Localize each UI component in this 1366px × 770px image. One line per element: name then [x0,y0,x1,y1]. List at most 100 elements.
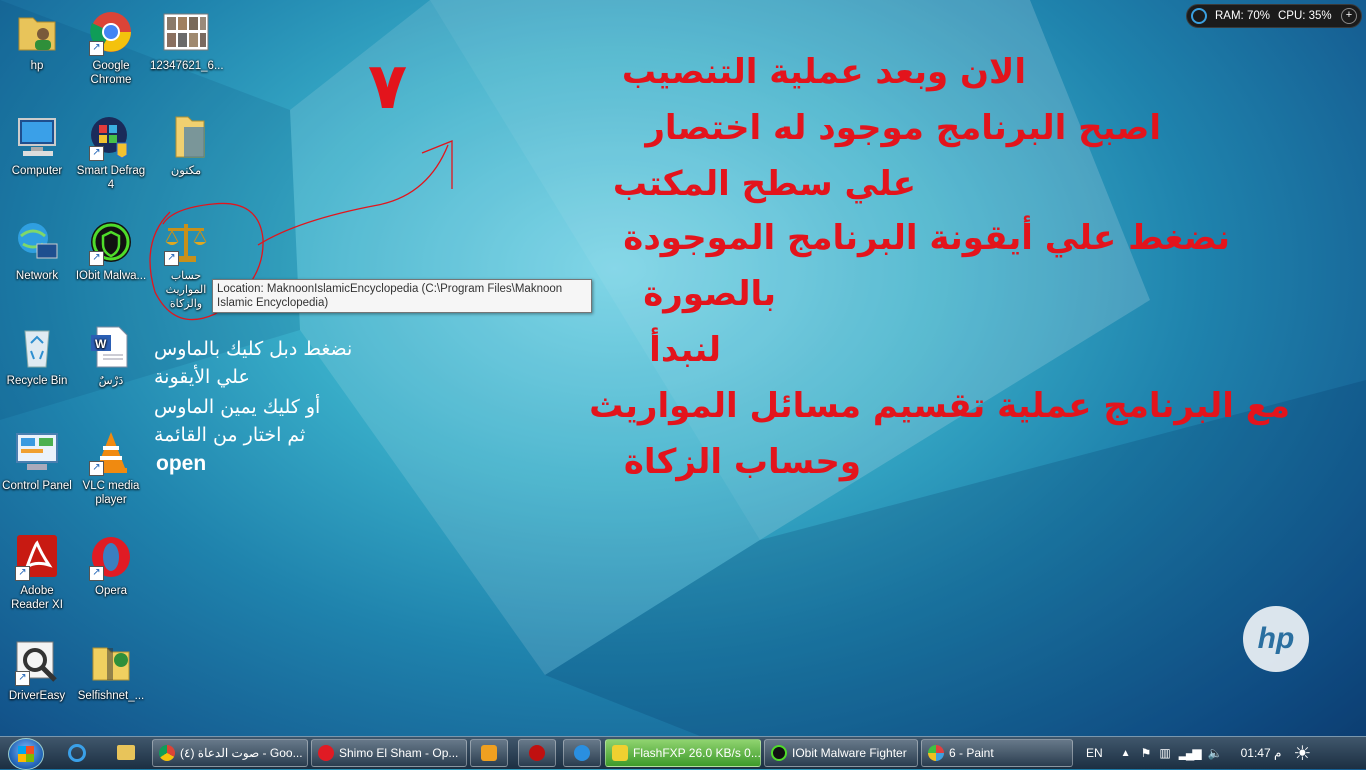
shortcut-arrow-icon: ↗ [15,566,30,581]
opera-icon [318,745,334,761]
desktop-icon-vlc[interactable]: ↗ VLC media player [75,428,147,507]
tray-app-icon[interactable]: ▥ [1159,746,1170,760]
taskbar-item-media[interactable] [470,739,508,767]
media-player-icon [481,745,497,761]
desktop-icon-iobit-malware[interactable]: ↗ IObit Malwa... [75,218,147,283]
desktop-icon-control-panel[interactable]: Control Panel [1,428,73,493]
shortcut-arrow-icon: ↗ [89,251,104,266]
desktop-icon-maknoon-folder[interactable]: مكنون [150,113,222,178]
svg-text:W: W [95,337,107,351]
desktop-icon-network[interactable]: Network [1,218,73,283]
desktop-icon-label: IObit Malwa... [75,270,147,282]
desktop-icon-label: Smart Defrag 4 [76,165,146,191]
desktop-icon-adobe-reader[interactable]: ↗ Adobe Reader XI [1,533,73,612]
zip-folder-icon [87,638,135,686]
instruction-line-4: نضغط علي أيقونة البرنامج الموجودة [623,218,1230,258]
vlc-icon: ↗ [87,428,135,476]
desktop-icon-label: مكنون [170,165,202,177]
shortcut-arrow-icon: ↗ [164,251,179,266]
taskbar-item-chrome[interactable]: (٤) صوت الدعاة - Goo... [152,739,308,767]
instruction-line-2: اصبح البرنامج موجود له اختصار [645,108,1161,148]
chrome-icon [159,745,175,761]
iobit-icon [771,745,787,761]
instruction-line-5: بالصورة [643,274,776,314]
hint-line-2: علي الأيقونة [154,366,250,388]
taskbar-item-paint[interactable]: 6 - Paint [921,739,1073,767]
shortcut-arrow-icon: ↗ [89,41,104,56]
taskbar-item-opera[interactable]: Shimo El Sham - Op... [311,739,467,767]
flashfxp-icon [612,745,628,761]
cpu-usage: CPU: 35% [1277,10,1332,22]
desktop-icon-image-file[interactable]: 12347621_6... [150,8,224,73]
start-button[interactable] [8,738,44,770]
taskbar-item-red-app[interactable] [518,739,556,767]
word-document-icon: W [87,323,135,371]
volume-icon[interactable]: 🔈 [1208,746,1223,760]
user-folder-icon [13,8,61,56]
recycle-bin-icon [13,323,61,371]
desktop-icon-label: Computer [11,165,63,177]
flag-icon[interactable]: ⚑ [1141,746,1152,760]
smart-defrag-icon: ↗ [87,113,135,161]
desktop-icon-recycle-bin[interactable]: Recycle Bin [1,323,73,388]
hp-logo: hp [1243,606,1309,672]
desktop-icon-label: Google Chrome [90,60,132,86]
hint-line-4: ثم اختار من القائمة [154,424,306,446]
desktop-icon-label: VLC media player [82,480,140,506]
system-monitor-gadget[interactable]: RAM: 70% CPU: 35% + [1186,4,1362,28]
instruction-line-8: وحساب الزكاة [623,442,861,482]
desktop-icon-dars-document[interactable]: W دَرْسٌ [75,323,147,388]
image-thumbnail-icon [162,8,210,56]
desktop-icon-label: Network [15,270,59,282]
network-icon [13,218,61,266]
desktop-icon-label: Adobe Reader XI [11,585,63,611]
desktop-icon-google-chrome[interactable]: ↗ Google Chrome [75,8,147,87]
desktop-icon-label: DriverEasy [8,690,66,702]
desktop-icon-drivereasy[interactable]: ↗ DriverEasy [1,638,73,703]
hint-line-3: أو كليك يمين الماوس [154,396,321,418]
clock[interactable]: 01:47 م [1241,746,1282,760]
refresh-app-icon [574,745,590,761]
desktop-icon-label: hp [30,60,44,72]
hint-open-word: open [156,452,207,475]
chrome-icon: ↗ [87,8,135,56]
desktop-icon-label: Opera [95,585,127,597]
instruction-line-6: لنبدأ [649,330,721,370]
system-tray: EN ▲ ⚑ ▥ ▂▄▆ 🔈 01:47 م ☀ [1086,737,1356,769]
desktop-icon-label: حساب المواريث والزكاة [165,270,207,310]
drivereasy-icon: ↗ [13,638,61,686]
desktop-icon-hp[interactable]: hp [1,8,73,73]
adobe-reader-icon: ↗ [13,533,61,581]
desktop-icon-label: Control Panel [2,480,72,492]
windows-logo-icon [18,746,34,762]
signal-icon[interactable]: ▂▄▆ [1179,746,1202,760]
icon-location-tooltip: Location: MaknoonIslamicEncyclopedia (C:… [212,279,592,313]
desktop-icon-opera[interactable]: ↗ Opera [75,533,147,598]
red-app-icon [529,745,545,761]
shortcut-arrow-icon: ↗ [15,671,30,686]
control-panel-icon [13,428,61,476]
folder-icon [162,113,210,161]
shortcut-arrow-icon: ↗ [89,566,104,581]
desktop-icon-smart-defrag[interactable]: ↗ Smart Defrag 4 [75,113,147,192]
desktop-icon-selfishnet[interactable]: Selfishnet_... [75,638,147,703]
brightness-icon[interactable]: ☀ [1293,741,1311,766]
ie-quicklaunch[interactable] [68,744,86,762]
scales-icon: ↗ [162,218,210,266]
instruction-line-3: علي سطح المكتب [612,164,916,204]
opera-icon: ↗ [87,533,135,581]
desktop-icon-computer[interactable]: Computer [1,113,73,178]
desktop-icon-label: 12347621_6... [150,60,224,72]
instruction-line-7: مع البرنامج عملية تقسيم مسائل المواريث [589,386,1290,426]
explorer-quicklaunch[interactable] [117,745,135,760]
show-hidden-icons-icon[interactable]: ▲ [1121,748,1131,759]
plus-icon[interactable]: + [1341,8,1357,24]
taskbar-item-flashfxp[interactable]: FlashFXP 26.0 KB/s 0... [605,739,761,767]
taskbar-item-iobit[interactable]: IObit Malware Fighter [764,739,918,767]
taskbar-item-refresh-app[interactable] [563,739,601,767]
desktop-icon-label: Selfishnet_... [77,690,145,702]
folder-icon [117,745,135,760]
gauge-icon [1191,8,1207,24]
ram-usage: RAM: 70% [1215,10,1270,22]
language-indicator[interactable]: EN [1086,746,1103,760]
